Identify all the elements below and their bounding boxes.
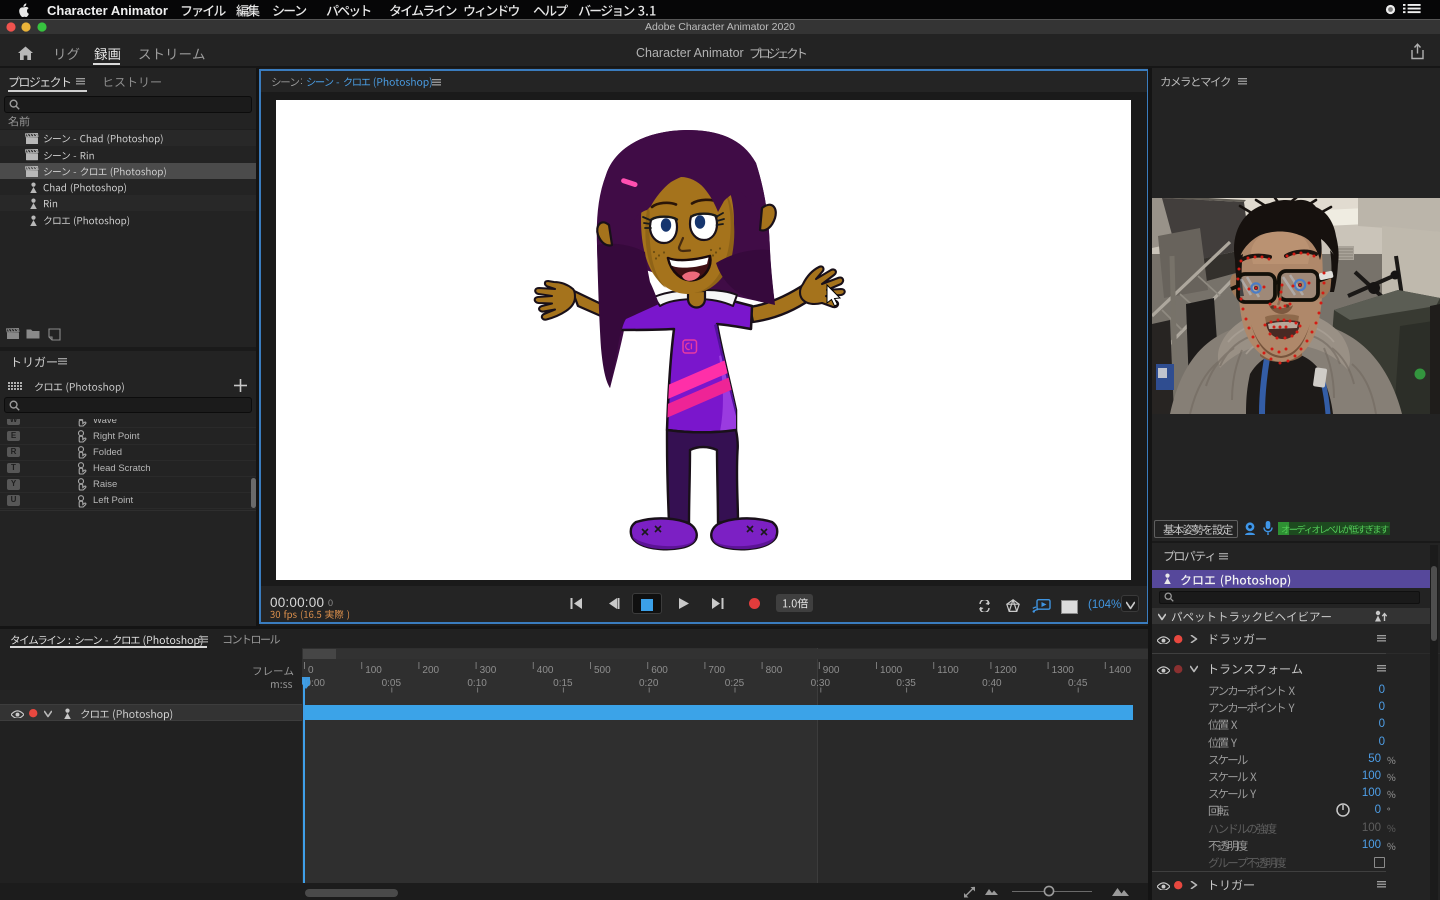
svg-text:0:45: 0:45 bbox=[1068, 678, 1088, 689]
svg-text:900: 900 bbox=[823, 665, 840, 676]
svg-text:0:05: 0:05 bbox=[382, 678, 402, 689]
svg-text:0:30: 0:30 bbox=[811, 678, 831, 689]
svg-text:1300: 1300 bbox=[1052, 665, 1075, 676]
svg-text:700: 700 bbox=[708, 665, 725, 676]
svg-text:0:40: 0:40 bbox=[982, 678, 1002, 689]
svg-text:200: 200 bbox=[422, 665, 439, 676]
svg-text:0: 0 bbox=[308, 665, 314, 676]
svg-text:300: 300 bbox=[480, 665, 497, 676]
svg-text:0:10: 0:10 bbox=[467, 678, 487, 689]
svg-text:1100: 1100 bbox=[937, 665, 959, 676]
svg-text:0:25: 0:25 bbox=[725, 678, 745, 689]
svg-text:100: 100 bbox=[365, 665, 382, 676]
svg-text:1200: 1200 bbox=[994, 665, 1017, 676]
svg-text:1000: 1000 bbox=[880, 665, 903, 676]
svg-text:400: 400 bbox=[537, 665, 554, 676]
svg-text:800: 800 bbox=[766, 665, 783, 676]
svg-text:0:15: 0:15 bbox=[553, 678, 573, 689]
svg-text:1400: 1400 bbox=[1109, 665, 1132, 676]
svg-text:0:35: 0:35 bbox=[896, 678, 916, 689]
svg-text:500: 500 bbox=[594, 665, 611, 676]
svg-text:0:20: 0:20 bbox=[639, 678, 659, 689]
svg-text:600: 600 bbox=[651, 665, 668, 676]
